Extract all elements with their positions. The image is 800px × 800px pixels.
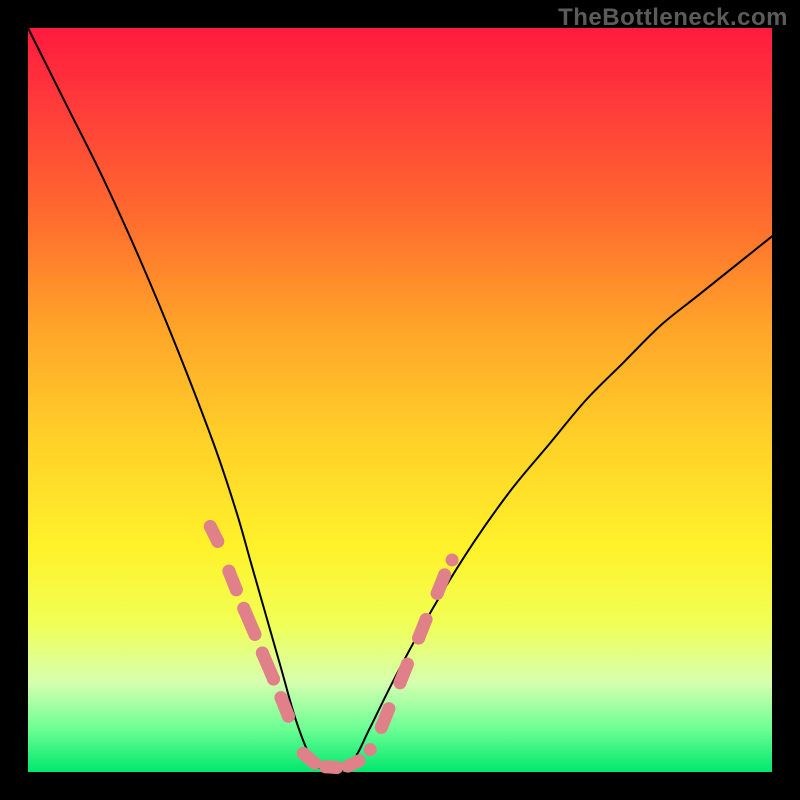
- curve-dot: [364, 743, 377, 756]
- curve-dot: [382, 702, 395, 715]
- plot-area: [28, 28, 772, 772]
- curve-dot: [248, 628, 261, 641]
- curve-dot: [353, 754, 366, 767]
- curve-dot: [446, 553, 459, 566]
- chart-frame: TheBottleneck.com: [0, 0, 800, 800]
- curve-dot: [267, 673, 280, 686]
- watermark-text: TheBottleneck.com: [558, 4, 788, 32]
- curve-dot: [308, 757, 321, 770]
- curve-dot: [330, 761, 343, 774]
- bottleneck-curve-path: [28, 28, 772, 774]
- curve-dots: [204, 520, 459, 774]
- curve-dot: [438, 568, 451, 581]
- bottleneck-curve: [28, 28, 772, 774]
- curve-dot: [282, 710, 295, 723]
- curve-dot: [230, 583, 243, 596]
- curve-dot: [211, 535, 224, 548]
- curve-dot: [401, 658, 414, 671]
- curve-dot: [420, 613, 433, 626]
- chart-svg: [28, 28, 772, 772]
